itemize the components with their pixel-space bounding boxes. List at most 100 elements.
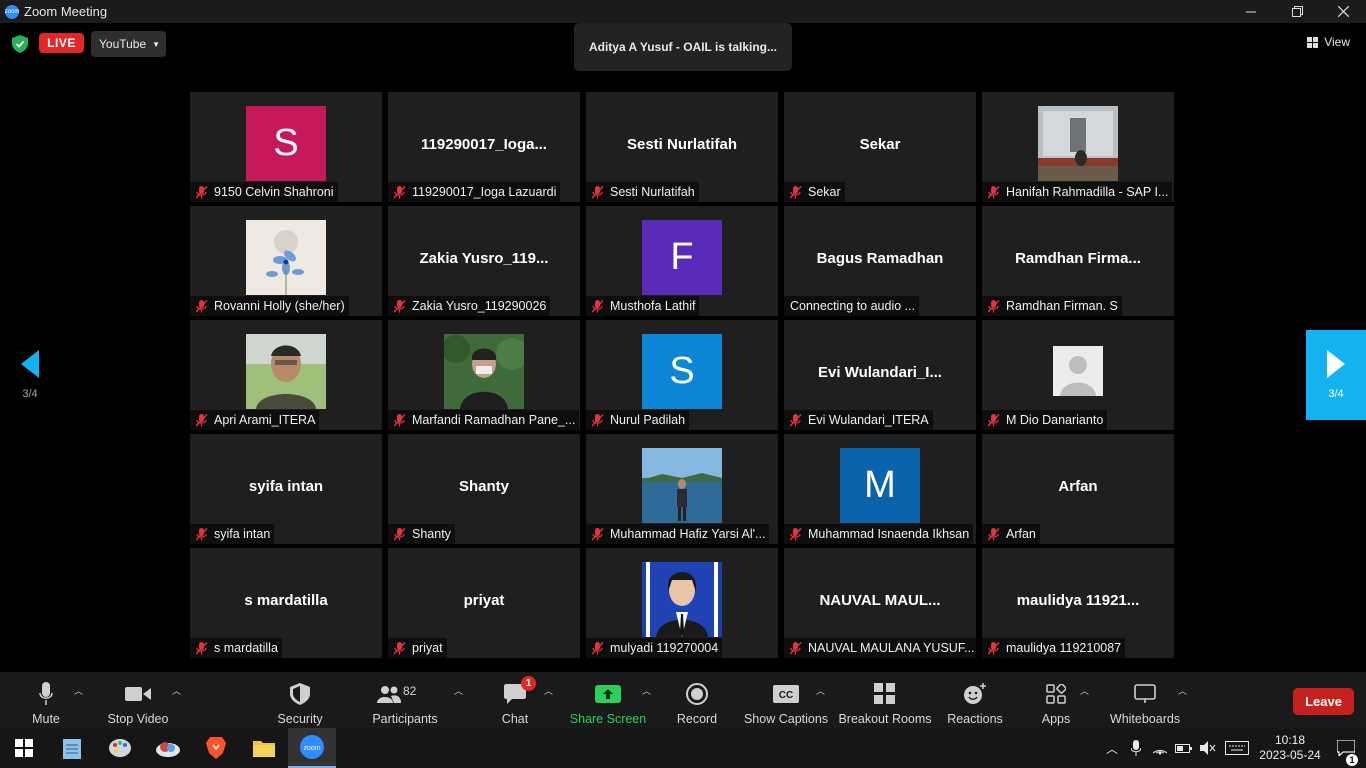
next-page-button[interactable]: 3/4 <box>1306 330 1366 420</box>
whiteboards-options-chevron-icon[interactable]: ︿ <box>1178 684 1187 697</box>
participant-name-label: Rovanni Holly (she/her) <box>190 296 349 316</box>
participant-tile[interactable]: syifa intan syifa intan <box>190 434 382 544</box>
participant-name-label: Sesti Nurlatifah <box>586 182 699 202</box>
taskbar-brave[interactable] <box>192 728 240 768</box>
taskbar-file-explorer[interactable] <box>240 728 288 768</box>
participant-name: 9150 Celvin Shahroni <box>214 185 334 199</box>
participants-options-chevron-icon[interactable]: ︿ <box>454 684 463 697</box>
chat-button[interactable]: 1 Chat <box>495 672 536 728</box>
participant-tile[interactable]: F Musthofa Lathif <box>586 206 778 316</box>
minimize-button[interactable] <box>1228 0 1274 23</box>
participant-tile[interactable]: M Muhammad Isnaenda Ikhsan <box>784 434 976 544</box>
tray-battery-icon[interactable] <box>1172 728 1196 768</box>
close-icon <box>1337 6 1349 17</box>
taskbar-zoom[interactable]: zoom <box>288 728 336 768</box>
muted-microphone-icon <box>592 527 604 540</box>
close-button[interactable] <box>1320 0 1366 23</box>
participant-avatar: S <box>246 106 326 181</box>
participant-name: Hanifah Rahmadilla - SAP I... <box>1006 185 1169 199</box>
participant-name-label: s mardatilla <box>190 638 282 658</box>
participant-tile[interactable]: Muhammad Hafiz Yarsi Al'... <box>586 434 778 544</box>
participant-tile[interactable]: Rovanni Holly (she/her) <box>190 206 382 316</box>
encryption-shield-icon[interactable] <box>12 35 28 53</box>
security-button[interactable]: Security <box>272 672 328 728</box>
participant-tile[interactable]: mulyadi 119270004 <box>586 548 778 658</box>
muted-microphone-icon <box>592 299 604 312</box>
participant-tile[interactable]: s mardatilla s mardatilla <box>190 548 382 658</box>
show-captions-button[interactable]: CC Show Captions <box>744 672 828 728</box>
participant-name-label: Hanifah Rahmadilla - SAP I... <box>982 182 1173 202</box>
participant-name: Zakia Yusro_119290026 <box>412 299 547 313</box>
taskbar-paint[interactable] <box>96 728 144 768</box>
mute-options-chevron-icon[interactable]: ︿ <box>74 684 83 697</box>
participant-name: Muhammad Isnaenda Ikhsan <box>808 527 970 541</box>
participant-tile[interactable]: M Dio Danarianto <box>982 320 1174 430</box>
notification-center-button[interactable]: 1 <box>1326 740 1366 766</box>
participant-display-name: 119290017_Ioga... <box>421 136 547 153</box>
apps-options-chevron-icon[interactable]: ︿ <box>1080 684 1089 697</box>
sea-photo <box>642 448 722 523</box>
participants-button[interactable]: 82 Participants <box>370 672 440 728</box>
windows-start-button[interactable] <box>0 728 48 768</box>
folder-icon <box>253 741 275 757</box>
participant-tile[interactable]: Evi Wulandari_I... Evi Wulandari_ITERA <box>784 320 976 430</box>
tray-microphone-icon[interactable] <box>1124 728 1148 768</box>
participant-tile[interactable]: Sesti Nurlatifah Sesti Nurlatifah <box>586 92 778 202</box>
caret-down-icon: ▼ <box>152 39 161 49</box>
notification-count-badge: 1 <box>1346 754 1358 766</box>
participant-tile[interactable]: priyat priyat <box>388 548 580 658</box>
whiteboards-button[interactable]: Whiteboards <box>1108 672 1182 728</box>
participant-tile[interactable]: Marfandi Ramadhan Pane_... <box>388 320 580 430</box>
share-options-chevron-icon[interactable]: ︿ <box>642 684 651 697</box>
security-shield-icon <box>290 683 310 705</box>
share-screen-button[interactable]: Share Screen <box>570 672 646 728</box>
participant-tile[interactable]: Bagus Ramadhan Connecting to audio ... <box>784 206 976 316</box>
participant-tile[interactable]: Apri Arami_ITERA <box>190 320 382 430</box>
mute-button[interactable]: Mute <box>22 672 70 728</box>
leave-button[interactable]: Leave <box>1293 688 1354 715</box>
taskbar-clock[interactable]: 10:18 2023-05-24 <box>1254 733 1326 763</box>
participant-tile[interactable]: Sekar Sekar <box>784 92 976 202</box>
participant-tile[interactable]: Zakia Yusro_119... Zakia Yusro_119290026 <box>388 206 580 316</box>
restore-button[interactable] <box>1274 0 1320 23</box>
tray-volume-muted-icon[interactable] <box>1196 728 1220 768</box>
participant-tile[interactable]: 119290017_Ioga... 119290017_Ioga Lazuardi <box>388 92 580 202</box>
participant-name-label: Shanty <box>388 524 455 544</box>
participant-tile[interactable]: S Nurul Padilah <box>586 320 778 430</box>
participant-display-name: priyat <box>463 592 505 609</box>
apps-button[interactable]: Apps <box>1038 672 1074 728</box>
record-button[interactable]: Record <box>674 672 720 728</box>
tray-overflow-chevron-icon[interactable]: ︿ <box>1100 728 1124 768</box>
participant-tile[interactable]: Hanifah Rahmadilla - SAP I... <box>982 92 1174 202</box>
previous-page-button[interactable]: 3/4 <box>0 330 60 420</box>
participant-name: Sesti Nurlatifah <box>610 185 695 199</box>
participant-count: 82 <box>403 684 417 698</box>
participant-tile[interactable]: Shanty Shanty <box>388 434 580 544</box>
participant-name-label: Evi Wulandari_ITERA <box>784 410 933 430</box>
breakout-rooms-button[interactable]: Breakout Rooms <box>838 672 932 728</box>
muted-microphone-icon <box>592 185 604 198</box>
participant-tile[interactable]: S 9150 Celvin Shahroni <box>190 92 382 202</box>
participant-display-name: Zakia Yusro_119... <box>419 250 549 267</box>
view-button[interactable]: View <box>1307 35 1350 49</box>
taskbar-cloud-app[interactable] <box>144 728 192 768</box>
reactions-button[interactable]: Reactions <box>946 672 1004 728</box>
participant-tile[interactable]: Arfan Arfan <box>982 434 1174 544</box>
participant-tile[interactable]: Ramdhan Firma... Ramdhan Firman. S <box>982 206 1174 316</box>
participant-display-name: Sekar <box>859 136 901 153</box>
stop-video-button[interactable]: Stop Video <box>104 672 172 728</box>
meeting-toolbar: Mute ︿ Stop Video ︿ Security 82 Particip… <box>0 672 1366 728</box>
tray-keyboard-icon[interactable] <box>1220 728 1254 768</box>
taskbar-notepad[interactable] <box>48 728 96 768</box>
chat-unread-badge: 1 <box>521 676 536 691</box>
stream-target-dropdown[interactable]: YouTube ▼ <box>91 31 166 57</box>
live-badge[interactable]: LIVE <box>39 33 84 53</box>
zoom-app-icon: zoom <box>300 735 324 759</box>
tray-network-icon[interactable] <box>1148 728 1172 768</box>
participant-name: M Dio Danarianto <box>1006 413 1104 427</box>
participant-tile[interactable]: maulidya 11921... maulidya 119210087 <box>982 548 1174 658</box>
participant-tile[interactable]: NAUVAL MAUL... NAUVAL MAULANA YUSUF... <box>784 548 976 658</box>
chat-options-chevron-icon[interactable]: ︿ <box>544 684 553 697</box>
captions-options-chevron-icon[interactable]: ︿ <box>816 684 825 697</box>
video-options-chevron-icon[interactable]: ︿ <box>172 684 181 697</box>
